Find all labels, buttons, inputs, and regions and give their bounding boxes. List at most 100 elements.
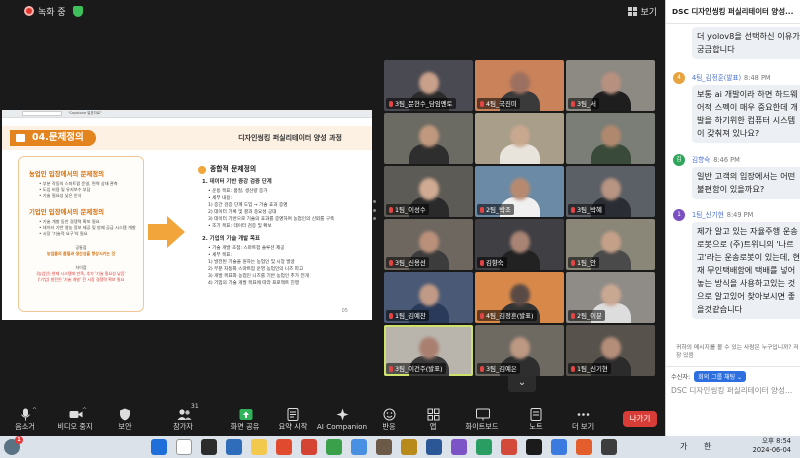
chevron-up-icon[interactable]: ^ (82, 407, 87, 414)
participant-video-tile[interactable]: 3팀_박혜 (566, 166, 655, 217)
common-point-note: 공통점 농업들의 품질과 생산성을 향상시키는 것 (25, 245, 137, 257)
meeting-toolbar: ^ 음소거 ^ 비디오 중지 보안 31 참가자 화면 공유 요약 시작 AI … (0, 402, 665, 436)
clock-date: 2024-06-04 (752, 446, 791, 454)
chevron-up-icon[interactable]: ^ (32, 407, 37, 414)
participant-name: 1팀_신기현 (568, 363, 611, 374)
muted-mic-icon (571, 260, 575, 266)
participant-video-tile[interactable]: 3팀_문현수_담임멘토 (384, 60, 473, 111)
app-icon[interactable] (376, 439, 392, 455)
widgets-icon[interactable]: 1 (4, 436, 23, 455)
view-button[interactable]: 보기 (628, 5, 657, 18)
chat-sender: 김향숙 8:46 PM (692, 156, 740, 164)
gallery-next-page-button[interactable]: ⌄ (508, 375, 536, 392)
powerpoint-icon[interactable] (276, 439, 292, 455)
slide-list-item: • 기술 개발 초점: 스마트팜 솔루션 제공 (208, 246, 285, 251)
security-label: 보안 (118, 422, 132, 431)
common-point-text: 농업들의 품질과 생산성을 향상시키는 것 (46, 251, 116, 256)
participant-video-tile[interactable]: 1팀_안 (566, 219, 655, 270)
participant-video-tile[interactable]: 1팀_신기현 (566, 325, 655, 376)
participant-video-tile[interactable]: 4팀_국진미 (475, 60, 564, 111)
app-icon[interactable] (526, 439, 542, 455)
participant-video-tile[interactable]: 2팀_이분 (566, 272, 655, 323)
chat-recipient-row: 수신자: 회의 그룹 채팅 ⌄ (671, 371, 747, 382)
slide-list-item: • 세부 목표: (208, 253, 233, 258)
muted-mic-icon (480, 207, 484, 213)
slide-list-item: 2) 부분 자동화 스마트팜 운영 농업인의 니즈 파고 (208, 267, 304, 272)
chat-input[interactable]: DSC 디자인씽킹 퍼실리테이터 양성... (671, 385, 792, 396)
slide-list-item: 4) 기업의 기술 개발 목표에 따라 프로젝트 진행 (208, 281, 300, 286)
farmer-bullet: • 기술 필요성 낮은 인식 (39, 193, 82, 198)
view-splitter-handle[interactable] (373, 200, 378, 220)
word-icon[interactable] (426, 439, 442, 455)
start-icon[interactable] (151, 439, 167, 455)
slide-tag: 04.문제정의 (10, 130, 96, 146)
muted-mic-icon (389, 366, 393, 372)
participant-video-tile[interactable]: 1팀_이성수 (384, 166, 473, 217)
participant-video-tile[interactable]: 3팀_신용선 (384, 219, 473, 270)
whiteboard-button[interactable]: 화이트보드 (452, 406, 512, 432)
search-icon[interactable] (176, 439, 192, 455)
chat-message-list[interactable]: 더 yolov8을 선택하신 이유가 궁금합니다 4 4팀_김정훈(발표) 8:48 … (666, 24, 800, 366)
task-view-icon[interactable] (201, 439, 217, 455)
participant-video-tile[interactable]: 2팀_박조 (475, 166, 564, 217)
app-icon[interactable] (401, 439, 417, 455)
participant-video-tile[interactable]: 3팀_김예은 (475, 325, 564, 376)
whiteboard-label: 화이트보드 (465, 422, 499, 431)
app-icon[interactable] (576, 439, 592, 455)
participants-button[interactable]: 31 참가자 (153, 403, 213, 432)
whiteboard-icon (475, 406, 490, 421)
audio-label: 음소거 (15, 422, 35, 431)
leave-button[interactable]: 나가기 (623, 411, 657, 427)
zoom-app-icon[interactable] (226, 439, 242, 455)
more-button[interactable]: 더 보기 (553, 406, 613, 432)
app-icon[interactable] (476, 439, 492, 455)
participant-count: 31 (191, 403, 199, 410)
meeting-info-shield-icon[interactable] (72, 5, 83, 17)
camera-icon (69, 406, 82, 419)
muted-mic-icon (571, 313, 575, 319)
avatar: 김 (673, 154, 685, 166)
slide-left-panel: 농업인 입장에서의 문제정의 • 부분 작동의 스마트팜 운영, 면역 상태 관… (18, 156, 144, 312)
participant-video-tile[interactable] (384, 113, 473, 164)
app-icon[interactable] (451, 439, 467, 455)
slide-list-item: 1) 증간 검증 단계 도입 → 기술 효과 증명 (208, 203, 288, 208)
ime-indicator[interactable]: 가 (680, 441, 687, 452)
participant-name: 3팀_박혜 (568, 204, 605, 215)
avatar: 1 (673, 209, 685, 221)
participant-video-tile[interactable]: 1팀_김예찬 (384, 272, 473, 323)
participant-video-tile[interactable]: 3팀_서 (566, 60, 655, 111)
participant-video-tile[interactable]: 4팀_김정훈(발표) (475, 272, 564, 323)
app-icon[interactable] (601, 439, 617, 455)
chat-visibility-notice: 귀하의 메시지를 볼 수 있는 사람은 누구입니까? 저장 있음 (676, 345, 799, 359)
participant-name: 3팀_김예은 (477, 363, 520, 374)
avatar: 4 (673, 72, 685, 84)
people-icon (177, 406, 191, 420)
participant-video-tile[interactable]: 김향숙 (475, 219, 564, 270)
file-explorer-icon[interactable] (251, 439, 267, 455)
app-icon[interactable] (501, 439, 517, 455)
chat-message: 1 1팀_신기현 8:49 PM 제가 알고 있는 자율주행 운송로봇으로 (주)트위… (666, 209, 800, 319)
taskbar-clock[interactable]: 오후 8:54 2024-06-04 (753, 437, 791, 455)
security-button[interactable]: 보안 (95, 406, 155, 432)
app-icon[interactable] (551, 439, 567, 455)
chat-bubble: 제가 알고 있는 자율주행 운송로봇으로 (주)트위니의 '나르고'라는 운송로… (692, 222, 800, 319)
section-1-title: 1. 데이터 기반 증강 검증 단계 (202, 179, 272, 185)
language-indicator[interactable]: 한 (704, 441, 711, 452)
slide-page-number: 05 (341, 308, 348, 314)
apps-icon (427, 406, 440, 421)
slide-list-item: 1) 발전된 기술을 원하는 농업인 및 시장 발굴 (208, 260, 295, 265)
slide-list-item: 3) 데이터 기반으로 기술의 효과를 증명하며 농업인의 신뢰를 구축 (208, 217, 335, 222)
participant-video-tile[interactable] (566, 113, 655, 164)
excel-icon[interactable] (326, 439, 342, 455)
edge-icon[interactable] (351, 439, 367, 455)
recipient-select[interactable]: 회의 그룹 채팅 ⌄ (694, 371, 747, 382)
sparkle-icon (336, 406, 349, 421)
muted-mic-icon (389, 101, 393, 107)
chrome-icon[interactable] (301, 439, 317, 455)
shared-app-doc-name: "Capstone 발표자료" (68, 111, 102, 115)
participant-video-tile[interactable]: 3팀_이건주(발표) (384, 325, 473, 376)
shared-app-toolbar: "Capstone 발표자료" (2, 110, 372, 118)
shared-app-tab (22, 111, 62, 116)
participant-name: 김향숙 (477, 257, 507, 268)
participant-video-tile[interactable] (475, 113, 564, 164)
